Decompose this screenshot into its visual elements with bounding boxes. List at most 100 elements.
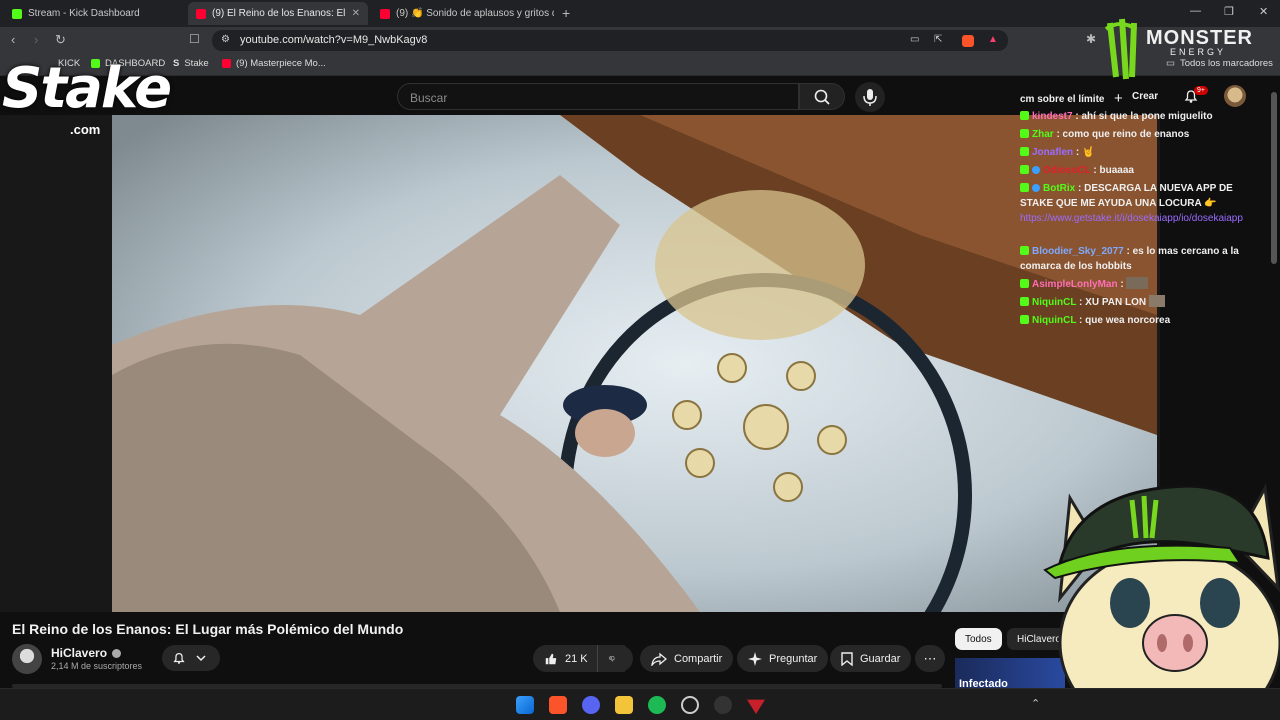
address-bar[interactable]: ⚙ youtube.com/watch?v=M9_NwbKagv8 ▭ ⇱ ▲ — [212, 30, 1008, 51]
discord-icon[interactable] — [582, 696, 600, 714]
vpn-icon[interactable] — [747, 699, 765, 714]
sub-badge-icon — [1032, 166, 1040, 174]
stake-domain: .com — [70, 122, 101, 137]
windows-start-icon[interactable] — [516, 696, 534, 714]
brave-shield-icon[interactable] — [962, 35, 974, 47]
url-text: youtube.com/watch?v=M9_NwbKagv8 — [240, 34, 428, 46]
tab-label: (9) 👏 Sonido de aplausos y gritos d — [396, 8, 554, 19]
browser-toolbar: ‹ › ↻ ☐ ⚙ youtube.com/watch?v=M9_NwbKagv… — [0, 27, 1280, 54]
chat-text: : buaaaa — [1093, 165, 1134, 176]
brave-browser-icon[interactable] — [549, 696, 567, 714]
bookmark-masterpiece[interactable]: (9) Masterpiece Mo... — [222, 58, 326, 69]
video-player[interactable] — [0, 115, 1160, 612]
spotify-icon[interactable] — [648, 696, 666, 714]
verified-icon — [112, 649, 122, 659]
chat-user[interactable]: OdiosoCL — [1043, 165, 1091, 176]
kick-badge-icon — [1020, 147, 1029, 156]
video-title: El Reino de los Enanos: El Lugar más Pol… — [12, 621, 404, 637]
chip-label: Todos — [965, 633, 992, 645]
chevron-down-icon — [196, 655, 206, 662]
save-label: Guardar — [860, 652, 901, 665]
chat-message: OdiosoCL : buaaaa — [1020, 163, 1256, 178]
mic-icon — [863, 89, 877, 106]
chat-message: NiquinCL : XU PAN LON — [1020, 295, 1256, 310]
emote-image — [1148, 295, 1165, 307]
scrollbar[interactable] — [1271, 92, 1277, 264]
back-icon[interactable]: ‹ — [11, 32, 15, 47]
monster-sub-text: ENERGY — [1170, 47, 1227, 57]
channel-avatar[interactable] — [12, 644, 42, 674]
tab-applause[interactable]: (9) 👏 Sonido de aplausos y gritos d — [372, 2, 554, 25]
extensions-icon[interactable]: ✱ — [1086, 32, 1096, 46]
chevron-up-icon[interactable]: ⌃ — [1031, 697, 1040, 710]
close-icon[interactable]: ✕ — [346, 8, 360, 19]
kick-badge-icon — [1020, 315, 1029, 324]
chat-user[interactable]: kindest7 — [1032, 111, 1073, 122]
bookmark-icon[interactable]: ☐ — [189, 32, 200, 46]
forward-icon[interactable]: › — [34, 32, 38, 47]
chat-message: Bloodier_Sky_2077 : es lo mas cercano a … — [1020, 244, 1256, 274]
voice-search-button[interactable] — [855, 82, 885, 112]
chat-user[interactable]: NiquinCL — [1032, 315, 1076, 326]
stake-icon: S — [173, 58, 180, 69]
more-icon: ⋯ — [923, 650, 937, 666]
chat-user[interactable]: AsimpleLonlyMan — [1032, 279, 1118, 290]
search-icon — [814, 89, 830, 105]
search-button[interactable] — [799, 83, 845, 110]
chat-text: : XU PAN LON — [1079, 297, 1147, 308]
chat-message: Zhar : como que reino de enanos — [1020, 127, 1256, 142]
app-icon[interactable] — [714, 696, 732, 714]
tab-youtube-video[interactable]: (9) El Reino de los Enanos: El ✕ — [188, 2, 368, 25]
share-button[interactable]: Compartir — [640, 645, 734, 672]
chat-user[interactable]: Bloodier_Sky_2077 — [1032, 246, 1124, 257]
obs-icon[interactable] — [681, 696, 699, 714]
chat-user[interactable]: BotRix — [1043, 183, 1075, 194]
kick-badge-icon — [1020, 279, 1029, 288]
chat-user[interactable]: Jonaflen — [1032, 147, 1073, 158]
kick-badge-icon — [1020, 165, 1029, 174]
chat-message: BotRix : DESCARGA LA NUEVA APP DE STAKE … — [1020, 181, 1256, 226]
subscribe-bell-button[interactable] — [162, 645, 220, 671]
chat-user[interactable]: Zhar — [1032, 129, 1054, 140]
video-frame — [0, 115, 1160, 612]
screen: Stream - Kick Dashboard (9) El Reino de … — [0, 0, 1280, 720]
chat-text: : que wea norcorea — [1079, 315, 1171, 326]
bookmark-stake[interactable]: S Stake — [173, 58, 209, 69]
chat-user[interactable]: NiquinCL — [1032, 297, 1076, 308]
more-actions-button[interactable]: ⋯ — [915, 645, 945, 672]
channel-name[interactable]: HiClavero — [51, 646, 122, 660]
save-button[interactable]: Guardar — [830, 645, 912, 672]
thumbs-down-icon — [609, 656, 615, 661]
reload-icon[interactable]: ↻ — [55, 32, 66, 48]
monster-energy-logo: MONSTER ENERGY — [1100, 15, 1280, 85]
kick-icon — [12, 8, 22, 19]
tab-kick-dashboard[interactable]: Stream - Kick Dashboard — [4, 2, 186, 25]
chat-link[interactable]: https://www.getstake.it/i/dosekaiapp/io/… — [1020, 213, 1243, 224]
like-count: 21 K — [565, 652, 588, 665]
site-info-icon[interactable]: ⚙ — [221, 34, 230, 45]
kick-badge-icon — [1020, 246, 1029, 255]
channel-name-text: HiClavero — [51, 646, 108, 660]
dislike-button[interactable] — [597, 645, 633, 672]
search-placeholder: Buscar — [410, 91, 448, 105]
save-icon — [841, 651, 853, 666]
tab-label: (9) El Reino de los Enanos: El — [212, 8, 346, 19]
rewards-icon[interactable]: ▲ — [988, 34, 998, 45]
taskbar: ⌃ — [0, 688, 1280, 720]
file-explorer-icon[interactable] — [615, 696, 633, 714]
ask-button[interactable]: Preguntar — [737, 645, 829, 672]
chat-text: : — [1120, 279, 1124, 290]
chat-message: NiquinCL : que wea norcorea — [1020, 313, 1256, 328]
share-icon[interactable]: ⇱ — [934, 34, 942, 45]
subscriber-count: 2,14 M de suscriptores — [51, 661, 143, 671]
bookmark-label: Stake — [184, 58, 209, 69]
sparkle-icon — [748, 651, 762, 666]
browser-tab-bar: Stream - Kick Dashboard (9) El Reino de … — [0, 0, 1280, 27]
search-input[interactable]: Buscar — [397, 83, 799, 110]
new-tab-button[interactable]: + — [562, 5, 570, 21]
share-icon — [651, 652, 667, 666]
cast-icon[interactable]: ▭ — [910, 34, 919, 45]
chat-message: Jonaflen : 🤘 — [1020, 145, 1256, 160]
chat-text: : 🤘 — [1075, 147, 1095, 158]
chip-all[interactable]: Todos — [955, 628, 1002, 650]
